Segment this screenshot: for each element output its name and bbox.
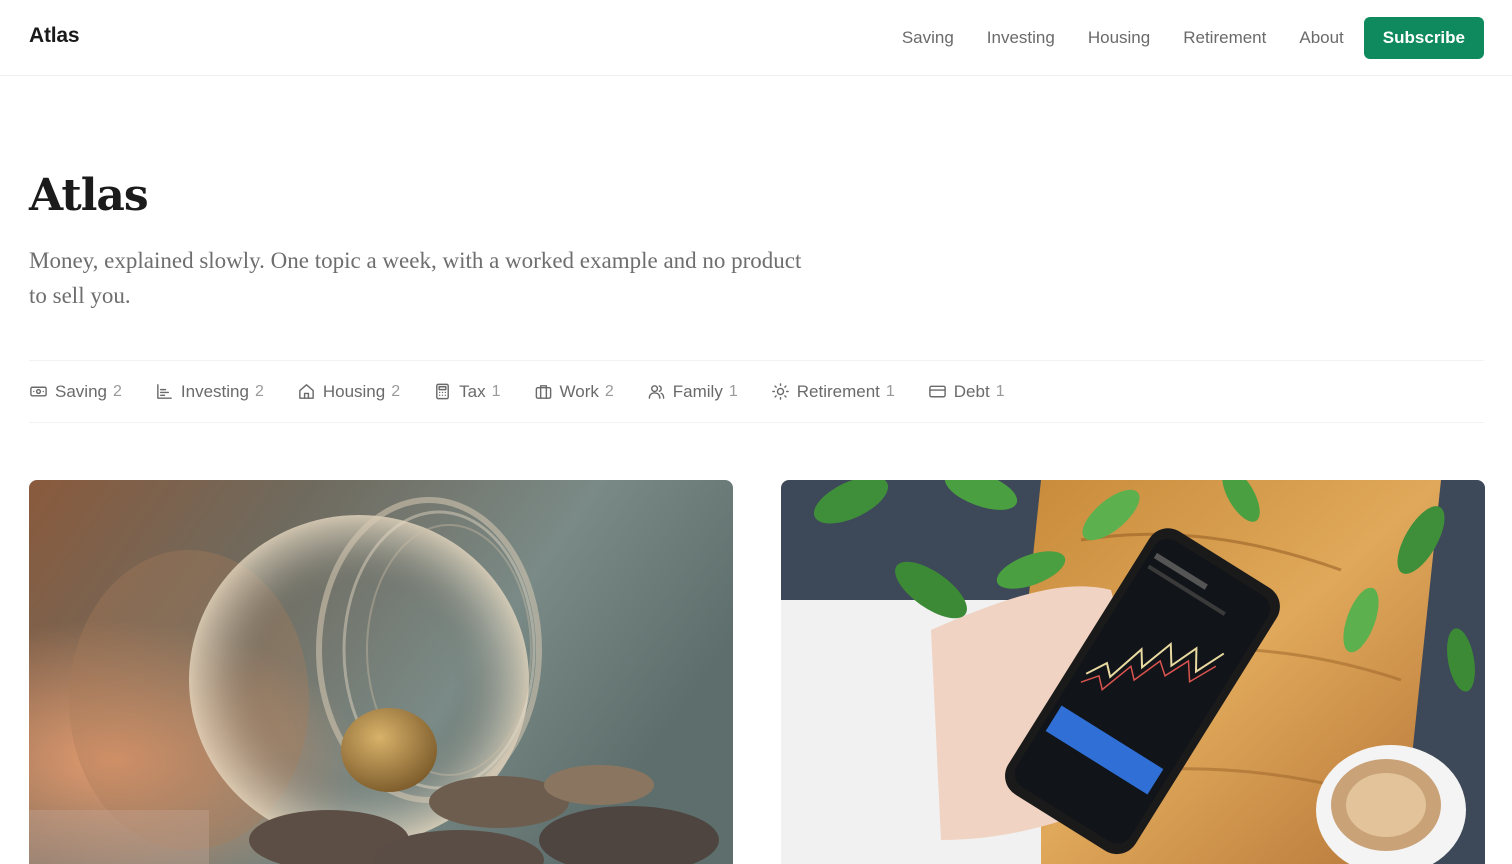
category-label: Debt [953, 381, 990, 401]
credit-card-icon [928, 385, 946, 398]
category-family[interactable]: Family 1 [647, 382, 738, 402]
category-count: 2 [112, 382, 122, 400]
category-count: 1 [885, 382, 895, 400]
category-work[interactable]: Work 2 [534, 382, 614, 402]
category-label: Family [672, 381, 723, 401]
category-retirement[interactable]: Retirement 1 [771, 382, 895, 402]
category-count: 2 [391, 382, 401, 400]
top-navigation: Atlas Saving Investing Housing Retiremen… [0, 0, 1512, 76]
category-saving[interactable]: Saving 2 [29, 382, 122, 402]
category-label: Retirement [796, 381, 880, 401]
nav-link-investing[interactable]: Investing [987, 28, 1055, 48]
page-subtitle: Money, explained slowly. One topic a wee… [29, 248, 802, 308]
article-card-investing[interactable] [781, 480, 1485, 864]
subscribe-button[interactable]: Subscribe [1363, 17, 1484, 59]
category-tax[interactable]: Tax 1 [433, 381, 501, 402]
house-icon [298, 384, 314, 399]
phone-chart-photo [781, 480, 1485, 864]
chart-icon [157, 384, 172, 399]
nav-link-saving[interactable]: Saving [902, 28, 954, 48]
category-count: 1 [995, 382, 1005, 400]
article-card-saving[interactable] [29, 480, 733, 864]
category-housing[interactable]: Housing 2 [297, 382, 400, 402]
category-count: 2 [254, 382, 264, 400]
banknote-icon [30, 386, 47, 397]
nav-link-housing[interactable]: Housing [1088, 28, 1150, 48]
sun-icon [771, 383, 789, 400]
brand-logo[interactable]: Atlas [29, 24, 80, 48]
category-label: Investing [180, 381, 249, 401]
category-count: 1 [491, 382, 501, 400]
calculator-icon [436, 383, 450, 400]
category-filter-bar: Saving 2 Investing 2 Housing 2 Tax 1 Wor… [29, 360, 1484, 423]
page-title: Atlas [29, 170, 149, 221]
main-nav: Saving Investing Housing Retirement Abou… [902, 17, 1484, 59]
nav-link-about[interactable]: About [1299, 28, 1343, 48]
category-count: 1 [728, 382, 738, 400]
people-icon [648, 385, 665, 399]
category-investing[interactable]: Investing 2 [155, 382, 264, 402]
briefcase-icon [535, 385, 551, 399]
category-label: Work [559, 381, 599, 401]
category-count: 2 [604, 382, 614, 400]
category-label: Saving [55, 381, 107, 401]
nav-link-retirement[interactable]: Retirement [1183, 28, 1266, 48]
category-label: Housing [322, 381, 386, 401]
category-debt[interactable]: Debt 1 [928, 382, 1005, 402]
coin-jar-photo [29, 480, 733, 864]
category-label: Tax [459, 381, 486, 401]
